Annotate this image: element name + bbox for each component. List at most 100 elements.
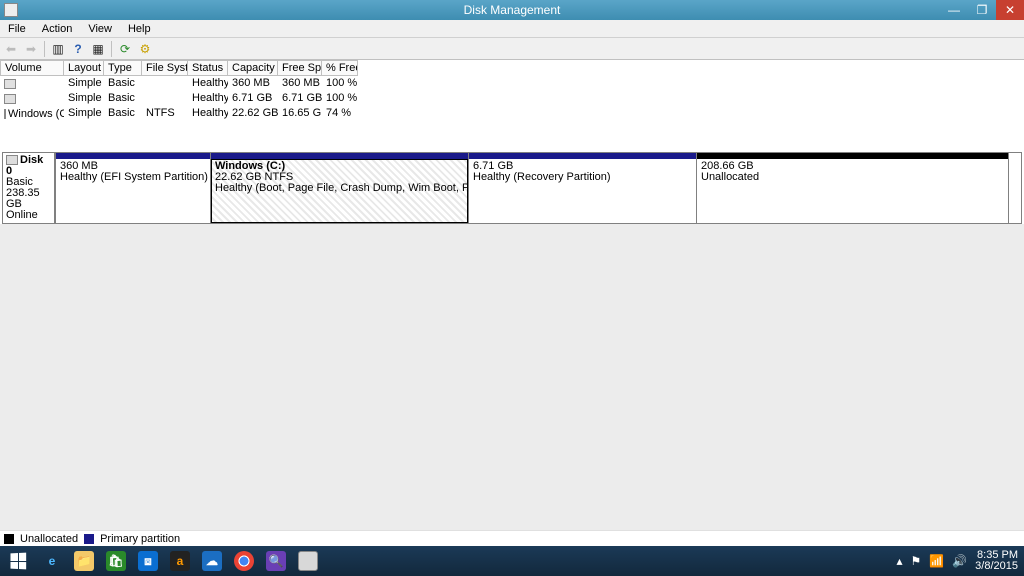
- cell-status: Healthy (R...: [188, 92, 228, 106]
- column-pctfree[interactable]: % Free: [322, 60, 358, 76]
- menu-bar: File Action View Help: [0, 20, 1024, 38]
- cell-status: Healthy (E...: [188, 77, 228, 91]
- tray-volume-icon[interactable]: 🔊: [952, 556, 967, 567]
- cell-type: Basic: [104, 77, 142, 91]
- partition-status: Healthy (Recovery Partition): [473, 172, 692, 183]
- title-bar: Disk Management ― ❐ ✕: [0, 0, 1024, 20]
- taskbar-store[interactable]: 🛍: [100, 546, 132, 576]
- menu-view[interactable]: View: [80, 20, 120, 38]
- disk-graphical-view: Disk 0 Basic 238.35 GB Online 360 MBHeal…: [2, 152, 1022, 224]
- taskbar-onedrive[interactable]: ☁: [196, 546, 228, 576]
- table-row[interactable]: Windows (C:)SimpleBasicNTFSHealthy (B...…: [0, 106, 1024, 121]
- partition-primary[interactable]: 6.71 GBHealthy (Recovery Partition): [469, 153, 697, 223]
- start-button[interactable]: [0, 546, 36, 576]
- partition-body: 6.71 GBHealthy (Recovery Partition): [469, 159, 696, 223]
- column-layout[interactable]: Layout: [64, 60, 104, 76]
- column-capacity[interactable]: Capacity: [228, 60, 278, 76]
- view-list-button[interactable]: ▥: [49, 40, 67, 58]
- minimize-button[interactable]: ―: [940, 0, 968, 20]
- partition-status: Unallocated: [701, 172, 1004, 183]
- partition-body: 360 MBHealthy (EFI System Partition): [56, 159, 210, 223]
- maximize-button[interactable]: ❐: [968, 0, 996, 20]
- cell-volume: [0, 77, 64, 91]
- column-filesystem[interactable]: File System: [142, 60, 188, 76]
- disk-info[interactable]: Disk 0 Basic 238.35 GB Online: [3, 153, 55, 223]
- cell-volume: Windows (C:): [0, 107, 64, 121]
- tray-network-icon[interactable]: 📶: [929, 556, 944, 567]
- tray-flag-icon[interactable]: ⚑: [911, 556, 922, 567]
- disk-status: Online: [6, 210, 51, 221]
- partition-primary[interactable]: 360 MBHealthy (EFI System Partition): [55, 153, 211, 223]
- volume-list[interactable]: Volume Layout Type File System Status Ca…: [0, 60, 1024, 150]
- system-tray[interactable]: ▴ ⚑ 📶 🔊 8:35 PM 3/8/2015: [890, 550, 1024, 572]
- partition-primary[interactable]: Windows (C:)22.62 GB NTFSHealthy (Boot, …: [211, 153, 469, 223]
- tray-chevron-up-icon[interactable]: ▴: [896, 556, 902, 567]
- cell-volume: [0, 92, 64, 106]
- legend-label-unallocated: Unallocated: [20, 533, 78, 545]
- taskbar: e 📁 🛍 ⧈ a ☁ 🔍 ▴ ⚑ 📶 🔊 8:35 PM 3/8/2015: [0, 546, 1024, 576]
- taskbar-dropbox[interactable]: ⧈: [132, 546, 164, 576]
- menu-help[interactable]: Help: [120, 20, 159, 38]
- properties-button[interactable]: ⚙: [136, 40, 154, 58]
- taskbar-search[interactable]: 🔍: [260, 546, 292, 576]
- table-row[interactable]: SimpleBasicHealthy (R...6.71 GB6.71 GB10…: [0, 91, 1024, 106]
- column-type[interactable]: Type: [104, 60, 142, 76]
- cell-pctfree: 74 %: [322, 107, 358, 121]
- legend-swatch-primary: [84, 534, 94, 544]
- cell-type: Basic: [104, 107, 142, 121]
- legend-label-primary: Primary partition: [100, 533, 180, 545]
- cell-layout: Simple: [64, 92, 104, 106]
- tray-clock[interactable]: 8:35 PM 3/8/2015: [975, 550, 1018, 572]
- cell-capacity: 360 MB: [228, 77, 278, 91]
- tray-date: 3/8/2015: [975, 561, 1018, 572]
- cell-capacity: 6.71 GB: [228, 92, 278, 106]
- cell-layout: Simple: [64, 107, 104, 121]
- partition-strip: 360 MBHealthy (EFI System Partition)Wind…: [55, 153, 1021, 223]
- disk-name: Disk 0: [6, 155, 51, 177]
- cell-freespace: 360 MB: [278, 77, 322, 91]
- taskbar-explorer[interactable]: 📁: [68, 546, 100, 576]
- column-status[interactable]: Status: [188, 60, 228, 76]
- volume-list-header: Volume Layout Type File System Status Ca…: [0, 60, 1024, 76]
- cell-freespace: 6.71 GB: [278, 92, 322, 106]
- cell-filesystem: [142, 77, 188, 91]
- cell-filesystem: [142, 92, 188, 106]
- help-button[interactable]: ?: [69, 40, 87, 58]
- menu-action[interactable]: Action: [34, 20, 81, 38]
- forward-button[interactable]: ➡: [22, 40, 40, 58]
- partition-unallocated[interactable]: 208.66 GBUnallocated: [697, 153, 1009, 223]
- close-button[interactable]: ✕: [996, 0, 1024, 20]
- cell-status: Healthy (B...: [188, 107, 228, 121]
- empty-area: [0, 224, 1024, 530]
- back-button[interactable]: ⬅: [2, 40, 20, 58]
- taskbar-chrome[interactable]: [228, 546, 260, 576]
- cell-freespace: 16.65 GB: [278, 107, 322, 121]
- window-title: Disk Management: [464, 3, 561, 17]
- legend-swatch-unallocated: [4, 534, 14, 544]
- cell-layout: Simple: [64, 77, 104, 91]
- refresh-button[interactable]: ⟳: [116, 40, 134, 58]
- partition-status: Healthy (EFI System Partition): [60, 172, 206, 183]
- taskbar-ie[interactable]: e: [36, 546, 68, 576]
- disk-size: 238.35 GB: [6, 188, 51, 210]
- taskbar-diskmgmt[interactable]: [292, 546, 324, 576]
- taskbar-amazon[interactable]: a: [164, 546, 196, 576]
- table-row[interactable]: SimpleBasicHealthy (E...360 MB360 MB100 …: [0, 76, 1024, 91]
- cell-pctfree: 100 %: [322, 77, 358, 91]
- menu-file[interactable]: File: [0, 20, 34, 38]
- cell-filesystem: NTFS: [142, 107, 188, 121]
- partition-status: Healthy (Boot, Page File, Crash Dump, Wi…: [215, 183, 464, 194]
- toolbar: ⬅ ➡ ▥ ? ▦ ⟳ ⚙: [0, 38, 1024, 60]
- partition-body: Windows (C:)22.62 GB NTFSHealthy (Boot, …: [211, 159, 468, 223]
- legend: Unallocated Primary partition: [0, 530, 1024, 546]
- cell-pctfree: 100 %: [322, 92, 358, 106]
- column-freespace[interactable]: Free Spa...: [278, 60, 322, 76]
- column-volume[interactable]: Volume: [0, 60, 64, 76]
- cell-type: Basic: [104, 92, 142, 106]
- view-graphical-button[interactable]: ▦: [89, 40, 107, 58]
- windows-logo-icon: [10, 553, 26, 570]
- partition-body: 208.66 GBUnallocated: [697, 159, 1008, 223]
- cell-capacity: 22.62 GB: [228, 107, 278, 121]
- work-area: Volume Layout Type File System Status Ca…: [0, 60, 1024, 546]
- app-icon: [4, 3, 18, 17]
